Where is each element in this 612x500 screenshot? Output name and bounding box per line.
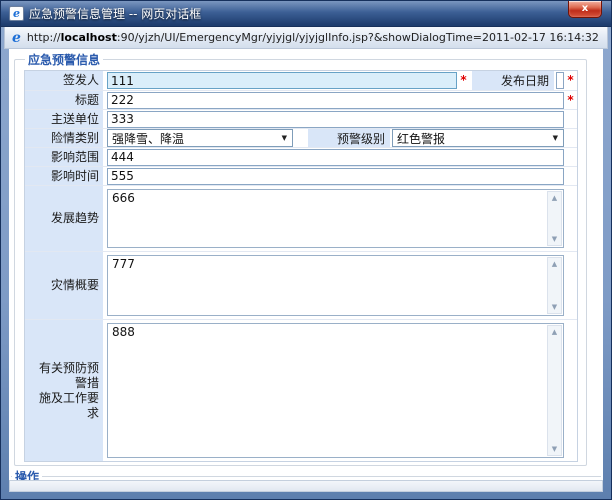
scroll-up-icon[interactable]: ▲ (552, 260, 557, 268)
row-title: 标题 * (25, 90, 577, 109)
row-development-trend: 发展趋势 666 ▲ ▼ (25, 185, 577, 251)
field-label-prevention-measures: 有关预防预警措 施及工作要求 (25, 320, 105, 461)
address-bar: e http://localhost:90/yjzh/UI/EmergencyM… (4, 27, 608, 49)
form-table: 签发人 * 发布日期 * 标题 * (24, 70, 578, 462)
cell-main-recipient (105, 110, 577, 128)
field-label-publish-date: 发布日期 (472, 71, 554, 90)
disaster-summary-scrollbar[interactable]: ▲ ▼ (547, 257, 562, 314)
scroll-up-icon[interactable]: ▲ (552, 194, 557, 202)
scroll-down-icon[interactable]: ▼ (552, 303, 557, 311)
affected-time-input[interactable] (107, 168, 564, 185)
field-label-disaster-summary: 灾情概要 (25, 252, 105, 319)
row-affected-time: 影响时间 (25, 166, 577, 185)
development-trend-scrollbar[interactable]: ▲ ▼ (547, 191, 562, 246)
development-trend-textarea[interactable]: 666 (107, 189, 564, 248)
scroll-down-icon[interactable]: ▼ (552, 445, 557, 453)
title-required-mark: * (564, 92, 577, 109)
cell-development-trend: 666 ▲ ▼ (105, 186, 577, 251)
warning-level-value: 红色警报 (397, 130, 445, 147)
row-main-recipient: 主送单位 (25, 109, 577, 128)
cell-prevention-measures: 888 ▲ ▼ (105, 320, 577, 461)
cell-title: * (105, 91, 577, 109)
row-prevention-measures: 有关预防预警措 施及工作要求 888 ▲ ▼ (25, 319, 577, 461)
ie-icon: e (12, 31, 21, 45)
field-label-signer: 签发人 (25, 71, 105, 90)
field-label-affected-time: 影响时间 (25, 167, 105, 185)
prevention-measures-textarea[interactable]: 888 (107, 323, 564, 458)
cell-affected-area (105, 148, 577, 166)
signer-input[interactable] (107, 72, 457, 89)
row-affected-area: 影响范围 (25, 147, 577, 166)
url-path: :90/yjzh/UI/EmergencyMgr/yjyjgl/yjyjglIn… (117, 31, 599, 44)
window-title: 应急预警信息管理 -- 网页对话框 (29, 5, 201, 22)
publish-date-required-mark: * (564, 72, 577, 89)
field-label-development-trend: 发展趋势 (25, 186, 105, 251)
danger-type-value: 强降雪、降温 (112, 130, 184, 147)
field-label-danger-type: 险情类别 (25, 129, 105, 147)
signer-required-mark: * (457, 72, 470, 89)
row-danger-type-warning-level: 险情类别 强降雪、降温 ▼ 预警级别 红色警报 ▼ (25, 128, 577, 147)
field-label-main-recipient: 主送单位 (25, 110, 105, 128)
cell-danger-type: 强降雪、降温 ▼ 预警级别 红色警报 ▼ (105, 129, 577, 147)
field-label-warning-level: 预警级别 (308, 129, 390, 147)
status-bar (9, 480, 603, 492)
cell-affected-time (105, 167, 577, 185)
publish-date-input[interactable] (556, 72, 564, 89)
field-label-title: 标题 (25, 91, 105, 109)
cell-signer: * 发布日期 * (105, 71, 577, 90)
url-protocol: http:// (27, 31, 61, 44)
dialog-window: e 应急预警信息管理 -- 网页对话框 x e http://localhost… (0, 0, 612, 500)
url-host: localhost (61, 31, 117, 44)
title-input[interactable] (107, 92, 564, 109)
scroll-down-icon[interactable]: ▼ (552, 235, 557, 243)
affected-area-input[interactable] (107, 149, 564, 166)
warning-info-section: 应急预警信息 签发人 * 发布日期 * 标题 (14, 51, 587, 466)
danger-type-select[interactable]: 强降雪、降温 ▼ (107, 129, 293, 147)
dropdown-arrow-icon[interactable]: ▼ (548, 134, 563, 142)
row-disaster-summary: 灾情概要 777 ▲ ▼ (25, 251, 577, 319)
field-label-affected-area: 影响范围 (25, 148, 105, 166)
url-text: http://localhost:90/yjzh/UI/EmergencyMgr… (27, 31, 599, 44)
app-icon: e (9, 6, 24, 21)
warning-info-section-title: 应急预警信息 (25, 51, 103, 68)
cell-disaster-summary: 777 ▲ ▼ (105, 252, 577, 319)
main-recipient-input[interactable] (107, 111, 564, 128)
close-button[interactable]: x (568, 1, 602, 18)
scroll-up-icon[interactable]: ▲ (552, 328, 557, 336)
warning-level-select[interactable]: 红色警报 ▼ (392, 129, 564, 147)
titlebar: e 应急预警信息管理 -- 网页对话框 (1, 1, 611, 27)
prevention-measures-scrollbar[interactable]: ▲ ▼ (547, 325, 562, 456)
dropdown-arrow-icon[interactable]: ▼ (277, 134, 292, 142)
row-signer-publishdate: 签发人 * 发布日期 * (25, 71, 577, 90)
disaster-summary-textarea[interactable]: 777 (107, 255, 564, 316)
dialog-content: 应急预警信息 签发人 * 发布日期 * 标题 (9, 49, 603, 483)
